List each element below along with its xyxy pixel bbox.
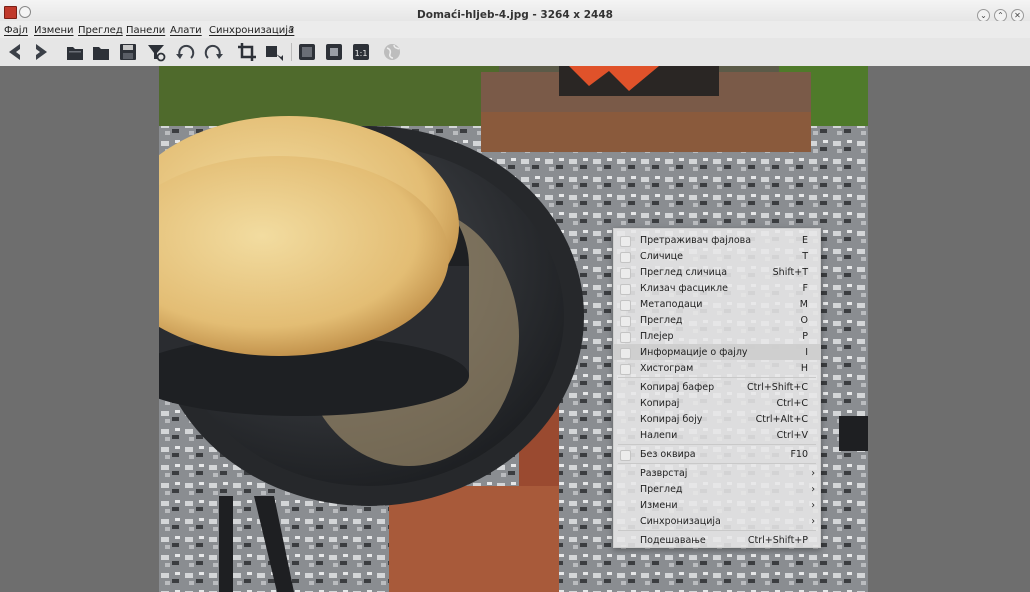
- context-menu-item[interactable]: Копирај Ctrl+C: [614, 395, 820, 411]
- menu-tools[interactable]: Алати: [170, 25, 202, 36]
- context-menu-item[interactable]: Преглед ›: [614, 481, 820, 497]
- svg-text:1:1: 1:1: [355, 49, 368, 58]
- context-menu-item[interactable]: Разврстај ›: [614, 465, 820, 481]
- menu-item-label: Клизач фасцикле: [640, 283, 728, 294]
- context-menu-item[interactable]: Плејер P: [614, 328, 820, 344]
- menu-bar: Фајл Измени Преглед Панели Алати Синхрон…: [0, 21, 1030, 38]
- forward-icon[interactable]: [30, 42, 52, 62]
- menu-item-label: Претраживач фајлова: [640, 235, 752, 246]
- menu-item-shortcut: Ctrl+Alt+C: [755, 414, 808, 425]
- context-menu-item[interactable]: Метаподаци M: [614, 296, 820, 312]
- fit-window-icon[interactable]: [323, 42, 345, 62]
- context-menu-item[interactable]: Преглед сличица Shift+T: [614, 264, 820, 280]
- submenu-arrow-icon: ›: [811, 484, 815, 495]
- menu-item-label: Преглед: [640, 315, 683, 326]
- resize-icon[interactable]: [263, 42, 285, 62]
- context-menu-item[interactable]: Сличице T: [614, 248, 820, 264]
- menu-separator: [618, 377, 816, 378]
- menu-item-label: Без оквира: [640, 449, 696, 460]
- menu-item-shortcut: Ctrl+C: [776, 398, 809, 409]
- context-menu-item[interactable]: Без оквира F10: [614, 446, 820, 462]
- menu-separator: [618, 444, 816, 445]
- open-folder-icon[interactable]: [90, 42, 112, 62]
- menu-item-label: Метаподаци: [640, 299, 703, 310]
- menu-item-label: Разврстај: [640, 468, 688, 479]
- submenu-arrow-icon: ›: [811, 516, 815, 527]
- fullscreen-icon[interactable]: [296, 42, 318, 62]
- open-file-icon[interactable]: [64, 42, 86, 62]
- menu-item-shortcut: Ctrl+Shift+C: [746, 382, 808, 393]
- globe-icon[interactable]: [381, 42, 403, 62]
- save-icon[interactable]: [117, 42, 139, 62]
- menu-item-label: Сличице: [640, 251, 683, 262]
- rotate-right-icon[interactable]: [202, 42, 224, 62]
- menu-item-shortcut: T: [802, 251, 808, 262]
- context-menu-item[interactable]: Копирај бафер Ctrl+Shift+C: [614, 379, 820, 395]
- menu-item-shortcut: O: [800, 315, 808, 326]
- menu-item-label: Подешавање: [640, 535, 706, 546]
- crop-icon[interactable]: [236, 42, 258, 62]
- menu-edit[interactable]: Измени: [34, 25, 74, 36]
- checkbox-icon: [620, 316, 631, 327]
- menu-item-label: Преглед: [640, 484, 683, 495]
- context-menu-item[interactable]: Преглед O: [614, 312, 820, 328]
- context-menu-item[interactable]: Подешавање Ctrl+Shift+P: [614, 532, 820, 548]
- context-menu-item[interactable]: Измени ›: [614, 497, 820, 513]
- rotate-left-icon[interactable]: [175, 42, 197, 62]
- submenu-arrow-icon: ›: [811, 468, 815, 479]
- context-menu-item[interactable]: Информације о фајлу I: [614, 344, 820, 360]
- context-menu-item[interactable]: Клизач фасцикле F: [614, 280, 820, 296]
- submenu-arrow-icon: ›: [811, 500, 815, 511]
- menu-item-label: Копирај: [640, 398, 680, 409]
- menu-separator: [618, 530, 816, 531]
- menu-item-shortcut: H: [800, 363, 808, 374]
- checkbox-icon: [620, 252, 631, 263]
- menu-item-label: Синхронизација: [640, 516, 721, 527]
- menu-item-label: Копирај боју: [640, 414, 703, 425]
- back-icon[interactable]: [4, 42, 26, 62]
- menu-item-shortcut: F10: [790, 449, 808, 460]
- menu-item-label: Налепи: [640, 430, 678, 441]
- menu-item-shortcut: Ctrl+V: [776, 430, 808, 441]
- window-title: Domaći-hljeb-4.jpg - 3264 x 2448: [417, 9, 613, 21]
- menu-item-label: Измени: [640, 500, 678, 511]
- checkbox-icon: [620, 236, 631, 247]
- menu-item-shortcut: P: [802, 331, 808, 342]
- checkbox-icon: [620, 348, 631, 359]
- menu-item-shortcut: E: [801, 235, 808, 246]
- menu-item-label: Плејер: [640, 331, 674, 342]
- menu-item-label: Копирај бафер: [640, 382, 715, 393]
- toolbar-separator: [291, 43, 292, 61]
- menu-item-shortcut: M: [799, 299, 808, 310]
- context-menu-item[interactable]: Копирај боју Ctrl+Alt+C: [614, 411, 820, 427]
- menu-help[interactable]: ?: [289, 25, 294, 36]
- checkbox-icon: [620, 300, 631, 311]
- checkbox-icon: [620, 284, 631, 295]
- menu-item-label: Преглед сличица: [640, 267, 728, 278]
- toolbar: 1:1: [0, 38, 1030, 67]
- menu-panels[interactable]: Панели: [126, 25, 165, 36]
- menu-item-shortcut: Ctrl+Shift+P: [747, 535, 808, 546]
- filter-icon[interactable]: [145, 42, 167, 62]
- menu-item-shortcut: F: [802, 283, 808, 294]
- context-menu-item[interactable]: Налепи Ctrl+V: [614, 427, 820, 443]
- menu-item-shortcut: Shift+T: [772, 267, 808, 278]
- checkbox-icon: [620, 364, 631, 375]
- menu-item-label: Информације о фајлу: [640, 347, 748, 358]
- menu-item-shortcut: I: [805, 347, 808, 358]
- actual-size-icon[interactable]: 1:1: [350, 42, 372, 62]
- menu-sync[interactable]: Синхронизација: [209, 25, 294, 36]
- checkbox-icon: [620, 450, 631, 461]
- menu-item-label: Хистограм: [640, 363, 694, 374]
- checkbox-icon: [620, 332, 631, 343]
- context-menu-item[interactable]: Претраживач фајлова E: [614, 232, 820, 248]
- title-bar: Domaći-hljeb-4.jpg - 3264 x 2448 ⌄ ⌃ ✕: [0, 0, 1030, 22]
- menu-view[interactable]: Преглед: [78, 25, 123, 36]
- context-menu-item[interactable]: Хистограм H: [614, 360, 820, 376]
- menu-file[interactable]: Фајл: [4, 25, 28, 36]
- context-menu-item[interactable]: Синхронизација ›: [614, 513, 820, 529]
- menu-separator: [618, 463, 816, 464]
- context-menu: Претраживач фајлова E Сличице T Преглед слич…: [613, 228, 821, 548]
- checkbox-icon: [620, 268, 631, 279]
